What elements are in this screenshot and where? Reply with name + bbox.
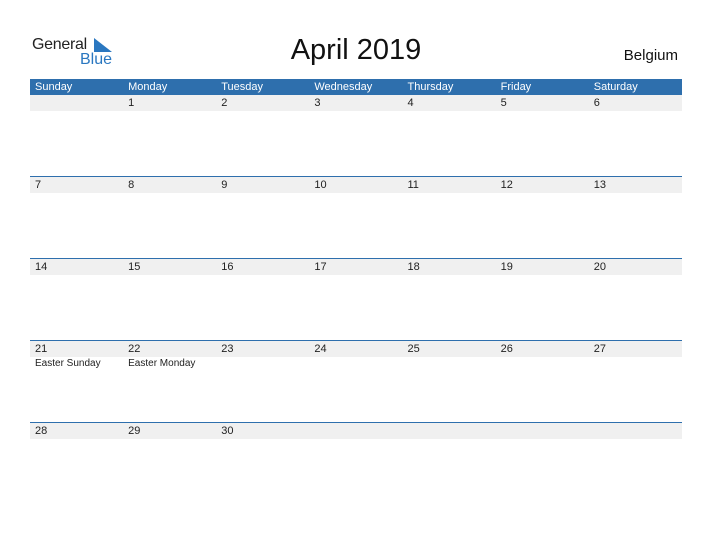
day-number: 19 <box>500 261 513 273</box>
day-number: 6 <box>593 97 600 109</box>
holiday-label <box>589 357 682 370</box>
day-number: 1 <box>128 97 135 109</box>
week-row: 14 15 16 17 18 19 20 <box>30 258 682 340</box>
day-number <box>589 423 682 439</box>
day-number: 29 <box>128 425 141 437</box>
date-strip: 28 29 30 <box>30 423 682 439</box>
week-row: 1 2 3 4 5 6 <box>30 95 682 176</box>
day-number: 4 <box>407 97 414 109</box>
day-number: 5 <box>500 97 507 109</box>
weekday-wednesday: Wednesday <box>314 81 373 93</box>
day-number: 12 <box>500 179 513 191</box>
country-label: Belgium <box>623 47 678 64</box>
day-number: 16 <box>221 261 234 273</box>
day-number: 23 <box>221 343 234 355</box>
weekday-sunday: Sunday <box>35 81 73 93</box>
day-number <box>309 423 402 439</box>
holiday-label <box>496 357 589 370</box>
day-number: 17 <box>314 261 327 273</box>
week-row: 7 8 9 10 11 12 13 <box>30 176 682 258</box>
day-number: 7 <box>35 179 42 191</box>
date-strip: 21 22 23 24 25 26 27 <box>30 341 682 357</box>
day-number: 24 <box>314 343 327 355</box>
day-number: 21 <box>35 343 48 355</box>
date-strip: 14 15 16 17 18 19 20 <box>30 259 682 275</box>
day-number: 20 <box>593 261 606 273</box>
holiday-label <box>216 357 309 370</box>
day-number <box>496 423 589 439</box>
holiday-label: Easter Monday <box>128 358 196 369</box>
day-number: 3 <box>314 97 321 109</box>
holiday-label <box>403 357 496 370</box>
day-number: 2 <box>221 97 228 109</box>
day-number: 8 <box>128 179 135 191</box>
day-number: 26 <box>500 343 513 355</box>
weekday-header: Sunday Monday Tuesday Wednesday Thursday… <box>30 79 682 95</box>
date-strip: 7 8 9 10 11 12 13 <box>30 177 682 193</box>
day-number <box>403 423 496 439</box>
weekday-friday: Friday <box>500 81 532 93</box>
holiday-label <box>309 357 402 370</box>
day-number: 9 <box>221 179 228 191</box>
week-row: 28 29 30 <box>30 422 682 504</box>
day-number: 28 <box>35 425 48 437</box>
weekday-saturday: Saturday <box>593 81 638 93</box>
day-number: 11 <box>407 179 419 191</box>
events-row: Easter Sunday Easter Monday <box>30 357 682 370</box>
calendar-grid: Sunday Monday Tuesday Wednesday Thursday… <box>30 79 682 504</box>
day-number: 27 <box>593 343 606 355</box>
day-number: 30 <box>221 425 234 437</box>
weekday-thursday: Thursday <box>407 81 454 93</box>
page-title: April 2019 <box>290 34 422 66</box>
day-number: 25 <box>407 343 420 355</box>
weekday-tuesday: Tuesday <box>221 81 264 93</box>
day-number: 13 <box>593 179 606 191</box>
date-strip: 1 2 3 4 5 6 <box>30 95 682 111</box>
week-row: 21 22 23 24 25 26 27 Easter Sunday Easter Monday <box>30 340 682 422</box>
day-number: 15 <box>128 261 141 273</box>
holiday-label: Easter Sunday <box>35 358 101 369</box>
day-number: 10 <box>314 179 327 191</box>
day-number: 14 <box>35 261 48 273</box>
day-number: 18 <box>407 261 420 273</box>
weekday-monday: Monday <box>128 81 168 93</box>
day-number <box>30 95 123 111</box>
day-number: 22 <box>128 343 141 355</box>
